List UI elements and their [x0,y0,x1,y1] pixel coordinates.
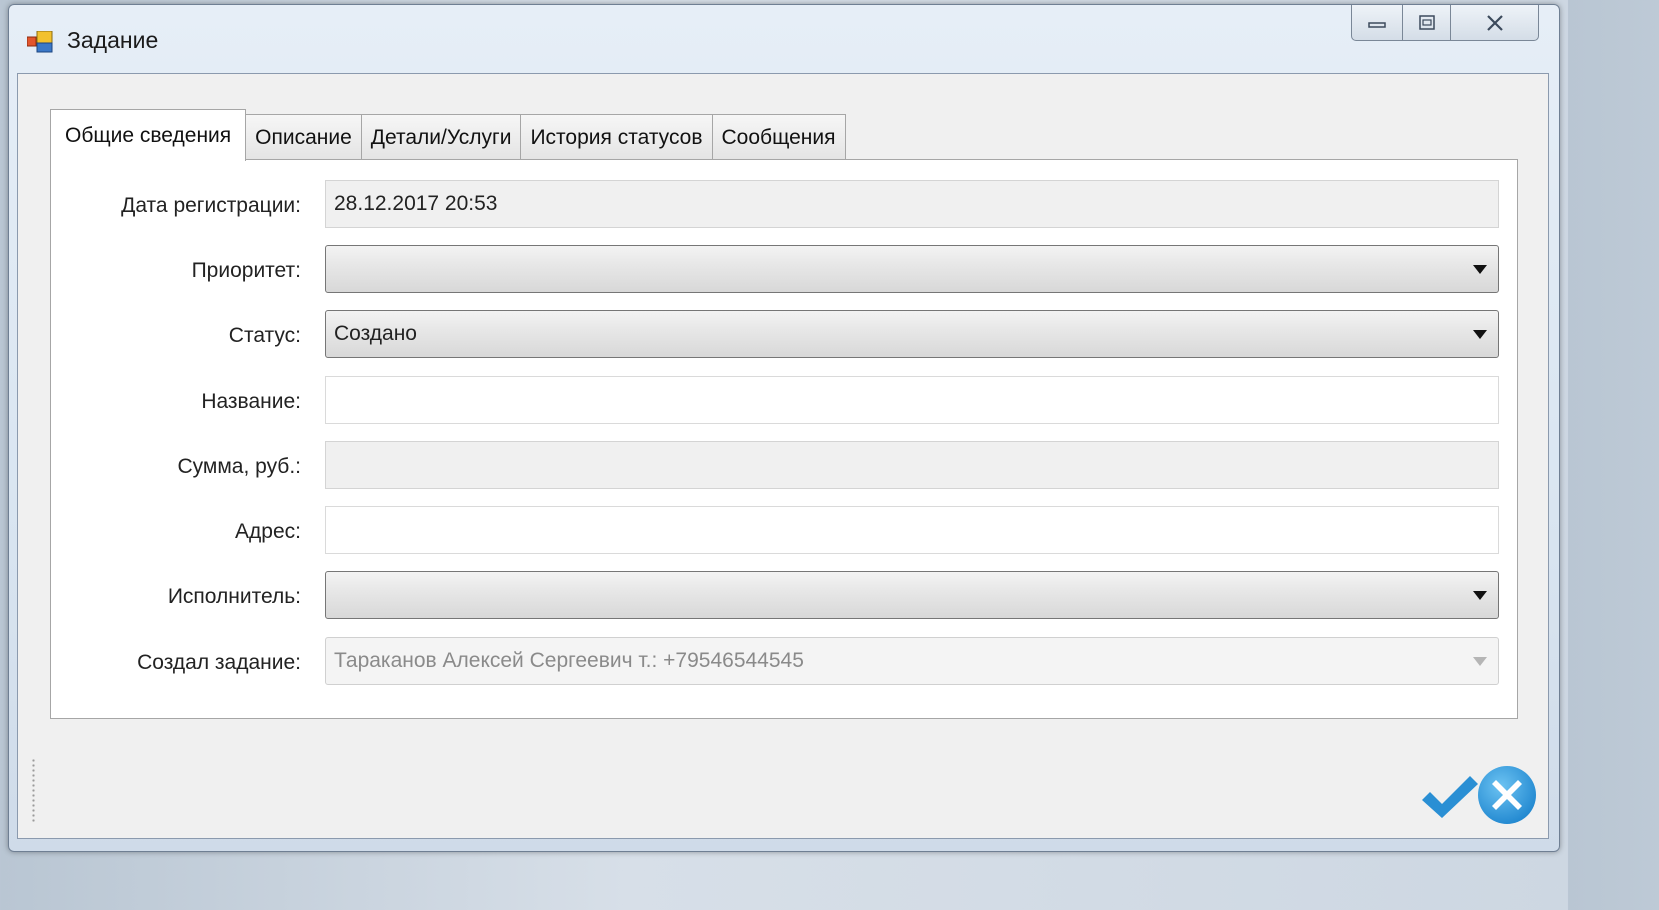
chevron-down-icon [1473,264,1487,274]
executor-dropdown-arrow[interactable] [1462,572,1498,618]
amount-field [325,441,1499,489]
priority-dropdown-arrow[interactable] [1462,246,1498,292]
created-by-select: Тараканов Алексей Сергеевич т.: +7954654… [325,637,1499,685]
tab-status-history[interactable]: История статусов [520,114,713,160]
window-title: Задание [67,27,159,53]
registration-date-value: 28.12.2017 20:53 [334,192,498,215]
maximize-icon [1418,14,1435,30]
toolbar-grip[interactable] [32,758,35,824]
registration-date-field: 28.12.2017 20:53 [325,180,1499,228]
close-button[interactable] [1451,5,1539,41]
title-bar[interactable]: Задание [9,5,1559,73]
minimize-button[interactable] [1351,5,1403,41]
address-input[interactable] [325,506,1499,554]
tab-panel-general-info: Дата регистрации: 28.12.2017 20:53 Приор… [50,159,1518,719]
ok-button[interactable] [1418,770,1480,824]
address-label: Адрес: [235,520,301,543]
created-by-value: Тараканов Алексей Сергеевич т.: +7954654… [334,649,804,672]
tab-description[interactable]: Описание [245,114,362,160]
name-input[interactable] [325,376,1499,424]
row-amount: Сумма, руб.: [51,441,1517,493]
chevron-down-icon [1473,656,1487,666]
created-by-label: Создал задание: [137,651,301,674]
close-icon [1486,14,1503,31]
executor-select[interactable] [325,571,1499,619]
executor-label: Исполнитель: [167,585,301,608]
row-status: Статус: Создано [51,310,1517,362]
created-by-dropdown-arrow [1462,638,1498,684]
tab-strip: Общие сведения Описание Детали/Услуги Ис… [50,108,846,161]
status-select[interactable]: Создано [325,310,1499,358]
cancel-button[interactable] [1476,764,1538,826]
tab-messages[interactable]: Сообщения [711,114,846,160]
maximize-button[interactable] [1403,5,1451,41]
amount-label: Сумма, руб.: [177,455,301,478]
tab-details-services[interactable]: Детали/Услуги [360,114,522,160]
window-controls [1351,5,1539,41]
row-address: Адрес: [51,506,1517,558]
status-dropdown-arrow[interactable] [1462,311,1498,357]
status-label: Статус: [228,324,301,347]
priority-label: Приоритет: [191,259,301,282]
registration-date-label: Дата регистрации: [121,194,301,217]
row-registration-date: Дата регистрации: 28.12.2017 20:53 [51,180,1517,232]
row-name: Название: [51,376,1517,428]
action-bar [18,746,1548,838]
status-value: Создано [334,322,417,345]
checkmark-icon [1422,776,1478,818]
tab-general-info[interactable]: Общие сведения [50,109,247,161]
chevron-down-icon [1473,329,1487,339]
minimize-icon [1368,21,1386,28]
row-priority: Приоритет: [51,245,1517,297]
chevron-down-icon [1473,590,1487,600]
app-window-icon [27,31,53,53]
priority-select[interactable] [325,245,1499,293]
dialog-window: Задание Общие сведения Описание Детали/У… [8,4,1560,852]
row-created-by: Создал задание: Тараканов Алексей Сергее… [51,637,1517,689]
cancel-circle-icon [1478,766,1536,824]
dialog-client-area: Общие сведения Описание Детали/Услуги Ис… [17,73,1549,839]
row-executor: Исполнитель: [51,571,1517,623]
name-label: Название: [201,390,301,413]
